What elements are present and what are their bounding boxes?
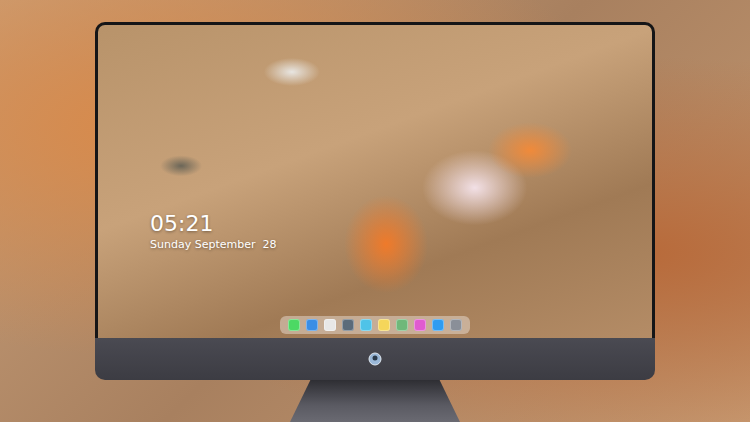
- clock-date: Sunday September 28: [150, 237, 652, 252]
- app-icon[interactable]: [396, 319, 408, 331]
- dock: [280, 316, 470, 334]
- clock-time: 05:21: [150, 211, 652, 237]
- app-icon[interactable]: [306, 319, 318, 331]
- app-icon[interactable]: [324, 319, 336, 331]
- logo-icon: [368, 352, 382, 366]
- app-icon[interactable]: [288, 319, 300, 331]
- monitor-chin: [95, 338, 655, 380]
- monitor-stand: [290, 380, 460, 422]
- desktop-screen: 05:21Sunday September 28: [98, 25, 652, 338]
- app-icon[interactable]: [378, 319, 390, 331]
- app-icon[interactable]: [360, 319, 372, 331]
- app-icon[interactable]: [342, 319, 354, 331]
- app-icon[interactable]: [450, 319, 462, 331]
- app-icon[interactable]: [414, 319, 426, 331]
- monitor-frame: 05:21Sunday September 28: [95, 22, 655, 338]
- app-icon[interactable]: [432, 319, 444, 331]
- backdrop: 05:21Sunday September 28: [0, 0, 750, 422]
- clock-widget: 05:21Sunday September 28: [98, 211, 652, 252]
